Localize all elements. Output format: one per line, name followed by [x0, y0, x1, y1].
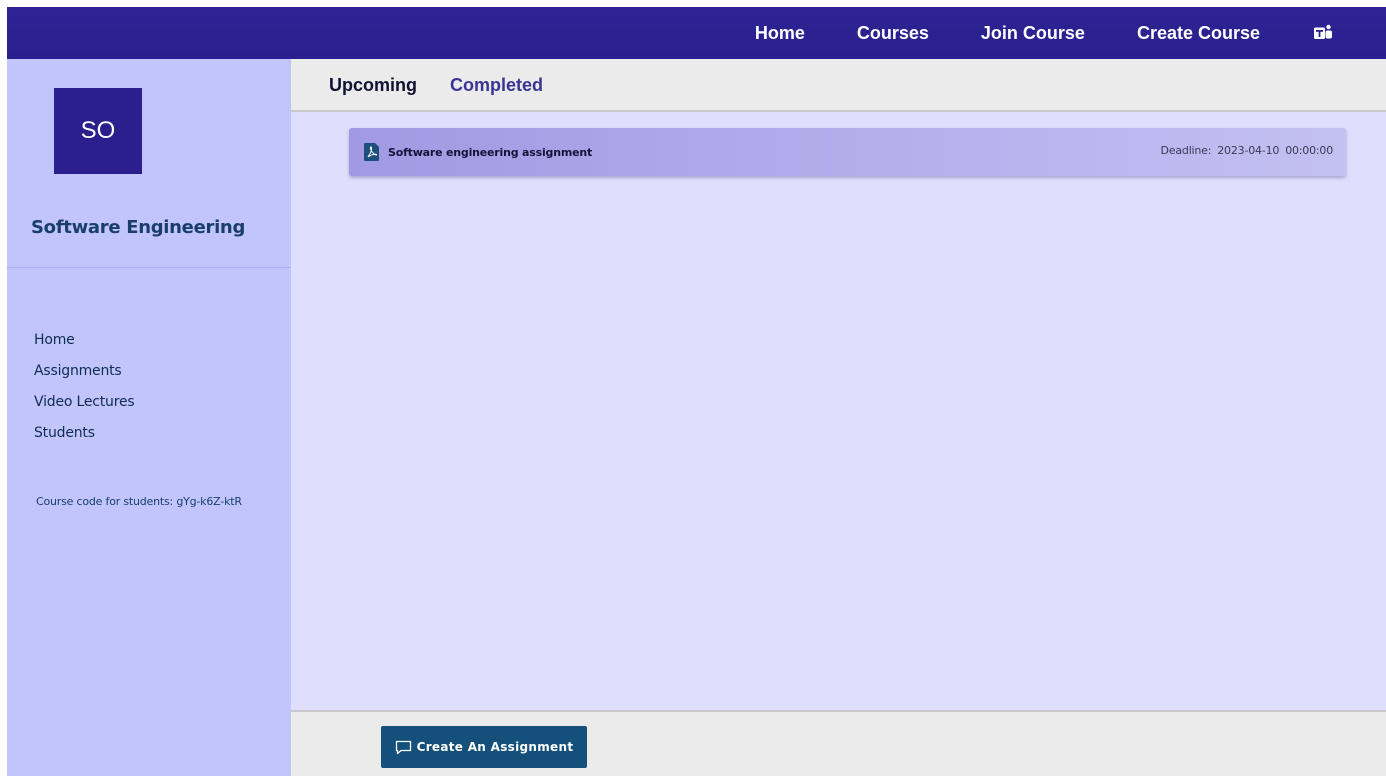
course-avatar: SO — [54, 88, 142, 174]
course-title: Software Engineering — [31, 217, 246, 238]
sidebar-item-students[interactable]: Students — [34, 422, 134, 453]
nav-create-course-link[interactable]: Create Course — [1137, 23, 1260, 44]
nav-courses-link[interactable]: Courses — [857, 23, 929, 44]
assignment-tabs: Upcoming Completed — [291, 59, 1386, 112]
pdf-icon — [364, 143, 380, 161]
sidebar-item-video-lectures[interactable]: Video Lectures — [34, 391, 135, 422]
footer-bar: Create An Assignment — [291, 710, 1386, 776]
nav-home-link[interactable]: Home — [755, 23, 805, 44]
sidebar: SO Software Engineering Home Assignments… — [7, 59, 291, 776]
top-nav: Home Courses Join Course Create Course — [755, 7, 1386, 59]
deadline-label: Deadline: — [1160, 144, 1212, 157]
assignment-deadline: Deadline: 2023-04-10 00:00:00 — [1160, 144, 1334, 157]
teams-icon[interactable] — [1312, 22, 1334, 44]
tab-upcoming[interactable]: Upcoming — [329, 75, 417, 96]
sidebar-item-assignments[interactable]: Assignments — [34, 360, 134, 391]
chat-icon — [395, 740, 412, 755]
deadline-value: 2023-04-10 — [1217, 144, 1280, 157]
top-navbar: Home Courses Join Course Create Course — [7, 7, 1386, 59]
nav-join-course-link[interactable]: Join Course — [981, 23, 1085, 44]
tab-completed[interactable]: Completed — [450, 75, 543, 96]
create-assignment-label: Create An Assignment — [416, 740, 574, 754]
course-code: Course code for students: gYg-k6Z-ktR — [36, 495, 242, 508]
assignment-title: Software engineering assignment — [388, 145, 593, 159]
assignment-list: Software engineering assignment Deadline… — [291, 112, 1386, 710]
create-assignment-button[interactable]: Create An Assignment — [381, 726, 587, 768]
deadline-time: 00:00:00 — [1285, 144, 1333, 157]
sidebar-item-home[interactable]: Home — [34, 329, 134, 360]
sidebar-divider — [7, 267, 291, 268]
assignment-item[interactable]: Software engineering assignment Deadline… — [349, 128, 1346, 176]
sidebar-nav: Home Assignments Video Lectures Students — [34, 329, 135, 453]
